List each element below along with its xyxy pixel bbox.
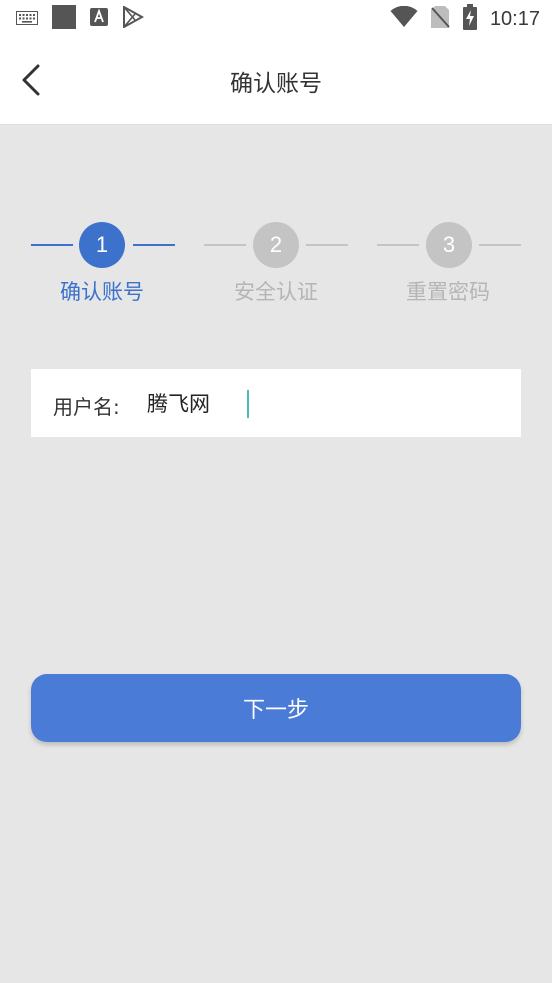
status-time: 10:17 — [489, 7, 540, 30]
step-3-line-left — [377, 244, 419, 246]
step-2-label: 安全认证 — [234, 280, 318, 304]
status-bar: 10:17 — [0, 0, 552, 38]
font-app-icon — [90, 8, 108, 30]
app-header: 确认账号 — [0, 38, 552, 125]
play-store-icon — [122, 5, 145, 32]
step-3-line-right — [479, 244, 521, 246]
page-title: 确认账号 — [230, 71, 322, 97]
no-sim-icon — [430, 5, 450, 33]
step-indicator: 1 确认账号 2 安全认证 3 重置密码 — [0, 220, 552, 310]
step-1-line-left — [31, 244, 73, 246]
username-row: 用户名: — [31, 369, 521, 437]
text-cursor — [247, 390, 249, 418]
step-3-circle: 3 — [426, 222, 472, 268]
keyboard-icon — [16, 10, 38, 29]
next-step-button[interactable]: 下一步 — [31, 674, 521, 742]
status-bar-right: 10:17 — [390, 4, 540, 34]
step-1-line-right — [133, 244, 175, 246]
square-app-icon — [52, 5, 76, 33]
status-bar-left — [16, 5, 145, 33]
step-2-circle: 2 — [253, 222, 299, 268]
username-input[interactable] — [147, 383, 497, 423]
step-1-circle: 1 — [79, 222, 125, 268]
battery-charging-icon — [462, 4, 478, 34]
wifi-icon — [390, 5, 418, 32]
step-1-label: 确认账号 — [60, 280, 144, 304]
username-label: 用户名: — [53, 395, 120, 419]
step-2-line-right — [306, 244, 348, 246]
step-3-label: 重置密码 — [406, 280, 490, 304]
step-2-line-left — [204, 244, 246, 246]
